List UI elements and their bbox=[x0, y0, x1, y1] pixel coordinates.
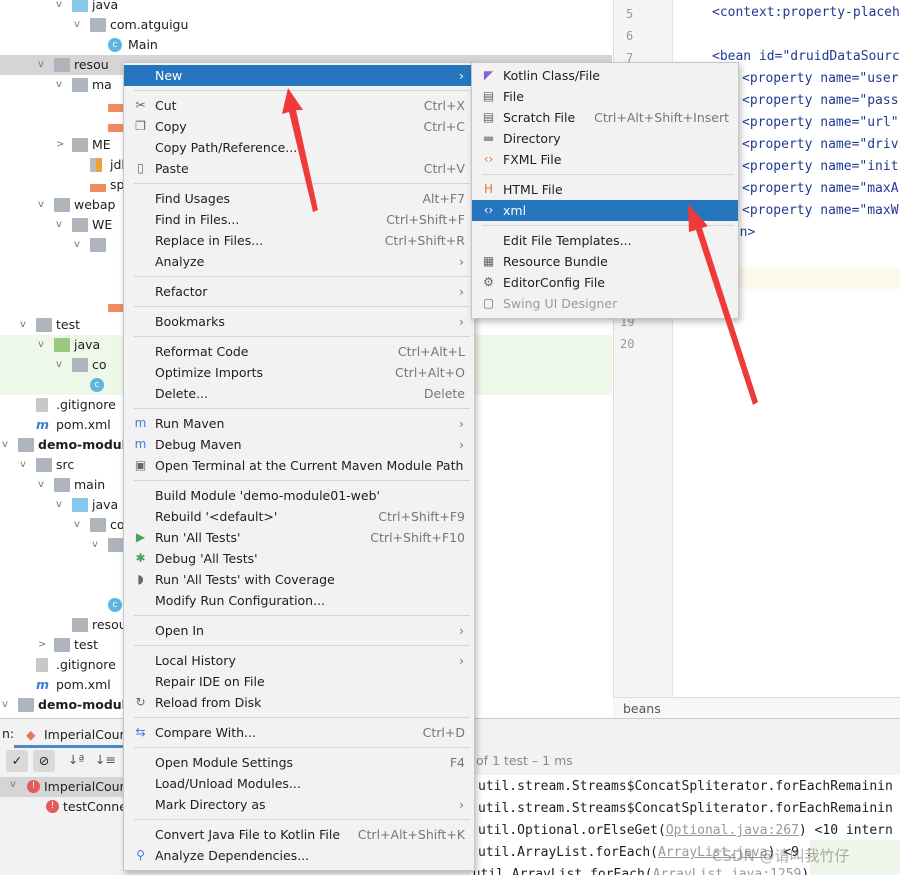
annotation-arrows bbox=[282, 88, 758, 405]
red-arrow-to-new bbox=[282, 88, 318, 212]
red-arrow-to-xml bbox=[688, 204, 758, 405]
